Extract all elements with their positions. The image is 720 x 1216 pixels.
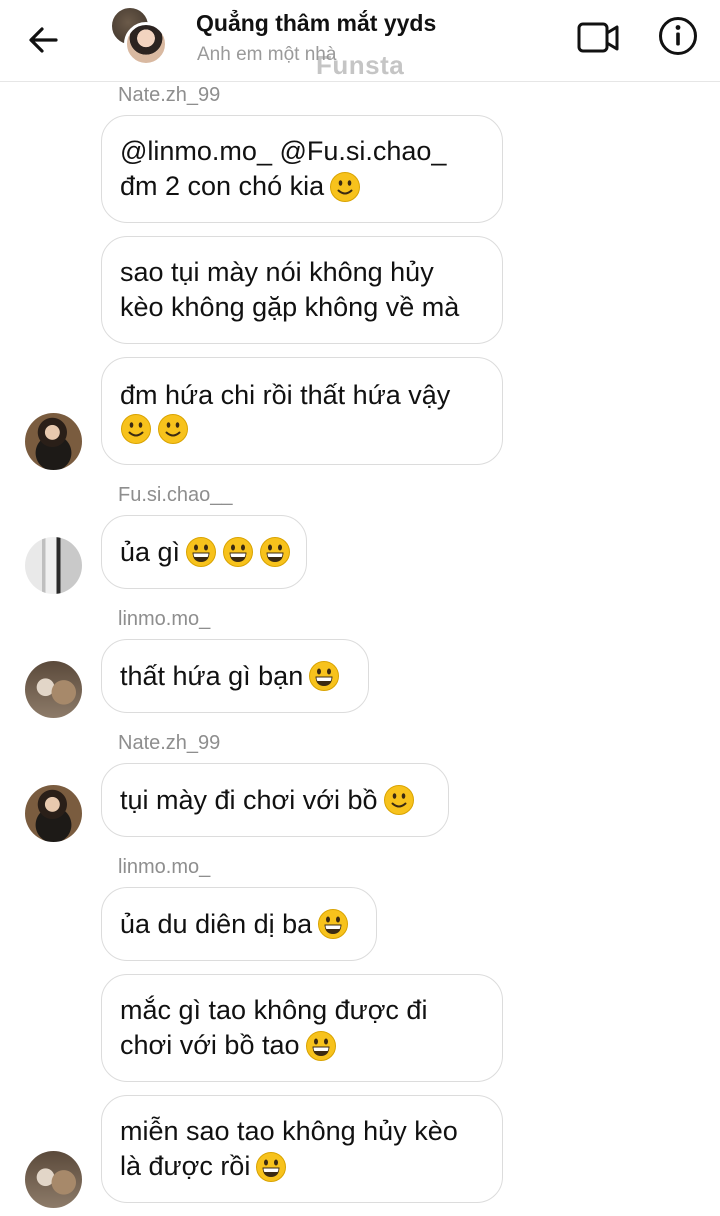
message-line: đm 2 con chó kia: [120, 169, 484, 204]
chat-header: Quẳng thâm mắt yyds Anh em một nhà Funst…: [0, 0, 720, 82]
message-text: kèo không gặp không về mà: [120, 292, 460, 322]
sender-name: Nate.zh_99: [118, 84, 221, 106]
grinning-face-icon: [186, 537, 217, 567]
watermark: Funsta: [316, 50, 405, 80]
message-line: đm hứa chi rồi thất hứa vậy: [120, 378, 484, 413]
group-avatar[interactable]: [110, 6, 170, 66]
message-line: kèo không gặp không về mà: [120, 290, 484, 325]
back-button[interactable]: [22, 18, 66, 62]
chat-title[interactable]: Quẳng thâm mắt yyds: [196, 10, 436, 37]
grinning-face-icon: [309, 661, 340, 691]
message-text: ủa du diên dị ba: [120, 908, 313, 939]
info-icon: [659, 17, 697, 55]
message-text: chơi với bồ tao: [120, 1030, 300, 1060]
grinning-face-icon: [305, 1030, 336, 1061]
sender-name: Nate.zh_99: [118, 732, 221, 754]
video-call-button[interactable]: [576, 18, 622, 58]
message-line: tụi mày đi chơi với bồ: [120, 783, 430, 818]
message-line: thất hứa gì bạn: [120, 659, 350, 694]
sender-name: linmo.mo_: [118, 608, 211, 630]
grinning-face-icon: [260, 537, 291, 567]
message-line: @linmo.mo_ @Fu.si.chao_: [120, 134, 484, 169]
slightly-smiling-face-icon: [121, 413, 151, 444]
message-bubble[interactable]: mắc gì tao không được đi chơi với bồ tao: [101, 974, 503, 1082]
message-text: thất hứa gì bạn: [120, 660, 304, 691]
slightly-smiling-face-icon: [383, 785, 414, 815]
grinning-face-icon: [318, 909, 349, 939]
message-line: ủa du diên dị ba: [120, 907, 358, 942]
sender-name: Fu.si.chao__: [118, 484, 233, 506]
sender-avatar-nate[interactable]: [25, 785, 82, 842]
sender-avatar-linmo[interactable]: [25, 661, 82, 718]
sender-avatar-fusi[interactable]: [25, 537, 82, 594]
message-text: đm hứa chi rồi thất hứa vậy: [120, 379, 451, 410]
message-bubble[interactable]: thất hứa gì bạn: [101, 639, 369, 713]
sender-name: linmo.mo_: [118, 856, 211, 878]
message-bubble[interactable]: đm hứa chi rồi thất hứa vậy: [101, 357, 503, 465]
message-line: miễn sao tao không hủy kèo: [120, 1114, 484, 1149]
sender-avatar-nate[interactable]: [25, 413, 82, 470]
message-bubble[interactable]: sao tụi mày nói không hủy kèo không gặp k…: [101, 236, 503, 344]
message-line: là được rồi: [120, 1149, 484, 1184]
message-line: chơi với bồ tao: [120, 1028, 484, 1063]
video-camera-icon: [577, 22, 619, 53]
message-bubble[interactable]: miễn sao tao không hủy kèo là được rồi: [101, 1095, 503, 1203]
message-text: @linmo.mo_ @Fu.si.chao_: [120, 136, 447, 166]
sender-avatar-linmo[interactable]: [25, 1151, 82, 1208]
message-line: ủa gì: [120, 535, 291, 570]
grinning-face-icon: [223, 537, 254, 567]
slightly-smiling-face-icon: [158, 413, 188, 444]
message-bubble[interactable]: ủa du diên dị ba: [101, 887, 377, 961]
info-button[interactable]: [656, 14, 700, 58]
grinning-face-icon: [256, 1151, 287, 1182]
message-line: sao tụi mày nói không hủy: [120, 255, 484, 290]
message-text: sao tụi mày nói không hủy: [120, 257, 434, 287]
message-text: tụi mày đi chơi với bồ: [120, 784, 378, 815]
message-bubble[interactable]: ủa gì: [101, 515, 307, 589]
group-avatar-photo-2: [124, 22, 168, 66]
slightly-smiling-face-icon: [330, 171, 361, 202]
message-text: đm 2 con chó kia: [120, 171, 325, 201]
message-text: là được rồi: [120, 1151, 251, 1181]
message-line: mắc gì tao không được đi: [120, 993, 484, 1028]
message-line: [120, 413, 484, 445]
message-text: ủa gì: [120, 536, 181, 567]
message-bubble[interactable]: tụi mày đi chơi với bồ: [101, 763, 449, 837]
message-bubble[interactable]: @linmo.mo_ @Fu.si.chao_ đm 2 con chó kia: [101, 115, 503, 223]
arrow-left-icon: [29, 27, 58, 53]
message-text: miễn sao tao không hủy kèo: [120, 1116, 458, 1146]
message-text: mắc gì tao không được đi: [120, 995, 428, 1025]
